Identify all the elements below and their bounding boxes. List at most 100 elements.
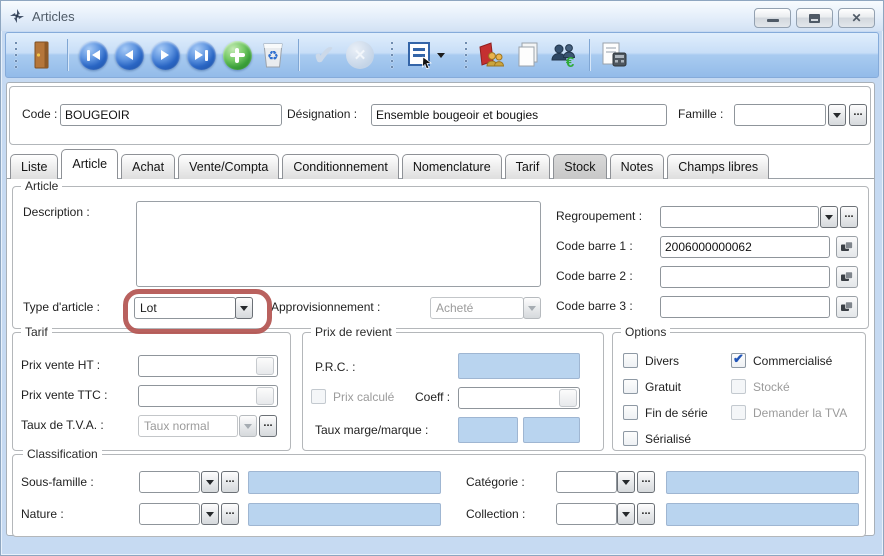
gratuit-checkbox[interactable]: [623, 379, 638, 394]
coeff-spin-button[interactable]: [559, 389, 577, 407]
divers-label: Divers: [645, 354, 679, 368]
prix-vente-ttc-spin-button[interactable]: [256, 387, 274, 405]
commercialise-checkbox[interactable]: [731, 353, 746, 368]
type-article-dropdown-button[interactable]: [235, 297, 253, 319]
delete-record-button[interactable]: ♻: [255, 36, 291, 74]
collection-combo[interactable]: [556, 503, 617, 525]
tab-achat[interactable]: Achat: [121, 154, 175, 179]
categorie-combo[interactable]: [556, 471, 617, 493]
document-calc-button[interactable]: [597, 36, 633, 74]
first-record-button[interactable]: [75, 36, 111, 74]
document-calculator-icon: [600, 41, 630, 69]
client-euro-icon: €: [549, 41, 579, 69]
tab-strip: Liste Article Achat Vente/Compta Conditi…: [10, 149, 772, 179]
dropdown-arrow-icon: [244, 424, 252, 429]
taux-tva-combo: Taux normal: [138, 415, 238, 437]
codebar3-scan-button[interactable]: [836, 296, 858, 318]
famille-browse-button[interactable]: ...: [849, 104, 867, 126]
quit-button[interactable]: [24, 36, 60, 74]
toolbar-separator: [298, 39, 299, 71]
last-record-button[interactable]: [183, 36, 219, 74]
commercialise-label: Commercialisé: [753, 354, 832, 368]
codebar2-input[interactable]: [660, 266, 830, 288]
tab-champs-libres[interactable]: Champs libres: [667, 154, 769, 179]
restore-button[interactable]: [796, 8, 833, 28]
designation-label: Désignation :: [287, 107, 357, 121]
prix-revient-legend: Prix de revient: [311, 325, 396, 339]
codebar3-input[interactable]: [660, 296, 830, 318]
dropdown-arrow-icon: [622, 480, 630, 485]
validate-button[interactable]: ✔: [306, 36, 342, 74]
toolbar-group-links: €: [460, 34, 633, 76]
toolbar-grip[interactable]: [463, 39, 469, 71]
taux-tva-browse-button[interactable]: ...: [259, 415, 277, 437]
client-euro-button[interactable]: €: [546, 36, 582, 74]
regroupement-combo[interactable]: [660, 206, 819, 228]
next-record-button[interactable]: [147, 36, 183, 74]
cancel-button[interactable]: ✕: [342, 36, 378, 74]
toolbar-grip[interactable]: [13, 39, 19, 71]
codebar1-input[interactable]: [660, 236, 830, 258]
article-group-legend: Article: [21, 179, 62, 193]
previous-record-button[interactable]: [111, 36, 147, 74]
nature-combo[interactable]: [139, 503, 200, 525]
tab-conditionnement[interactable]: Conditionnement: [282, 154, 399, 179]
demander-tva-checkbox: [731, 405, 746, 420]
trash-icon: ♻: [260, 41, 286, 69]
tab-liste[interactable]: Liste: [10, 154, 58, 179]
famille-dropdown-button[interactable]: [828, 104, 846, 126]
classification-group: Classification Sous-famille : ... Catégo…: [12, 454, 866, 537]
toolbar-grip[interactable]: [389, 39, 395, 71]
designation-input[interactable]: [371, 104, 667, 126]
type-article-combo[interactable]: Lot: [134, 297, 236, 319]
stocke-checkbox: [731, 379, 746, 394]
famille-combo[interactable]: [734, 104, 826, 126]
view-mode-button[interactable]: [400, 36, 452, 74]
code-input[interactable]: [60, 104, 282, 126]
divers-checkbox[interactable]: [623, 353, 638, 368]
door-icon: [31, 40, 53, 70]
approvisionnement-dropdown-button: [523, 297, 541, 319]
categorie-dropdown-button[interactable]: [617, 471, 635, 493]
nature-browse-button[interactable]: ...: [221, 503, 239, 525]
sous-famille-browse-button[interactable]: ...: [221, 471, 239, 493]
clients-button[interactable]: [474, 36, 510, 74]
serialise-checkbox[interactable]: [623, 431, 638, 446]
tab-article[interactable]: Article: [61, 149, 118, 179]
tab-stock[interactable]: Stock: [553, 154, 606, 179]
dropdown-arrow-icon: [622, 512, 630, 517]
codebar2-scan-button[interactable]: [836, 266, 858, 288]
sous-famille-label: Sous-famille :: [21, 475, 94, 489]
categorie-browse-button[interactable]: ...: [637, 471, 655, 493]
tab-tarif[interactable]: Tarif: [505, 154, 551, 179]
dropdown-arrow-icon: [833, 113, 841, 118]
collection-dropdown-button[interactable]: [617, 503, 635, 525]
fin-de-serie-checkbox[interactable]: [623, 405, 638, 420]
sous-famille-dropdown-button[interactable]: [201, 471, 219, 493]
description-textarea[interactable]: [136, 201, 541, 287]
minimize-button[interactable]: [754, 8, 791, 28]
duplicate-button[interactable]: [510, 36, 546, 74]
tab-notes[interactable]: Notes: [610, 154, 665, 179]
collection-browse-button[interactable]: ...: [637, 503, 655, 525]
codebar1-scan-button[interactable]: [836, 236, 858, 258]
restore-icon: [809, 14, 820, 23]
toolbar-group-view: [386, 34, 452, 76]
add-icon: [223, 41, 252, 70]
close-button[interactable]: ✕: [838, 8, 875, 28]
nature-dropdown-button[interactable]: [201, 503, 219, 525]
prix-vente-ht-spin-button[interactable]: [256, 357, 274, 375]
prix-revient-group: Prix de revient P.R.C. : Prix calculé Co…: [302, 332, 604, 451]
dropdown-arrow-icon: [528, 306, 536, 311]
nature-readonly-field: [248, 503, 441, 526]
coeff-label: Coeff :: [415, 390, 450, 404]
tab-vente-compta[interactable]: Vente/Compta: [178, 154, 279, 179]
add-record-button[interactable]: [219, 36, 255, 74]
cancel-x-icon: ✕: [346, 41, 374, 69]
tab-nomenclature[interactable]: Nomenclature: [402, 154, 502, 179]
header-panel: Code : Désignation : Famille : ...: [9, 86, 871, 145]
sous-famille-combo[interactable]: [139, 471, 200, 493]
regroupement-dropdown-button[interactable]: [820, 206, 838, 228]
regroupement-browse-button[interactable]: ...: [840, 206, 858, 228]
categorie-readonly-field: [666, 471, 859, 494]
